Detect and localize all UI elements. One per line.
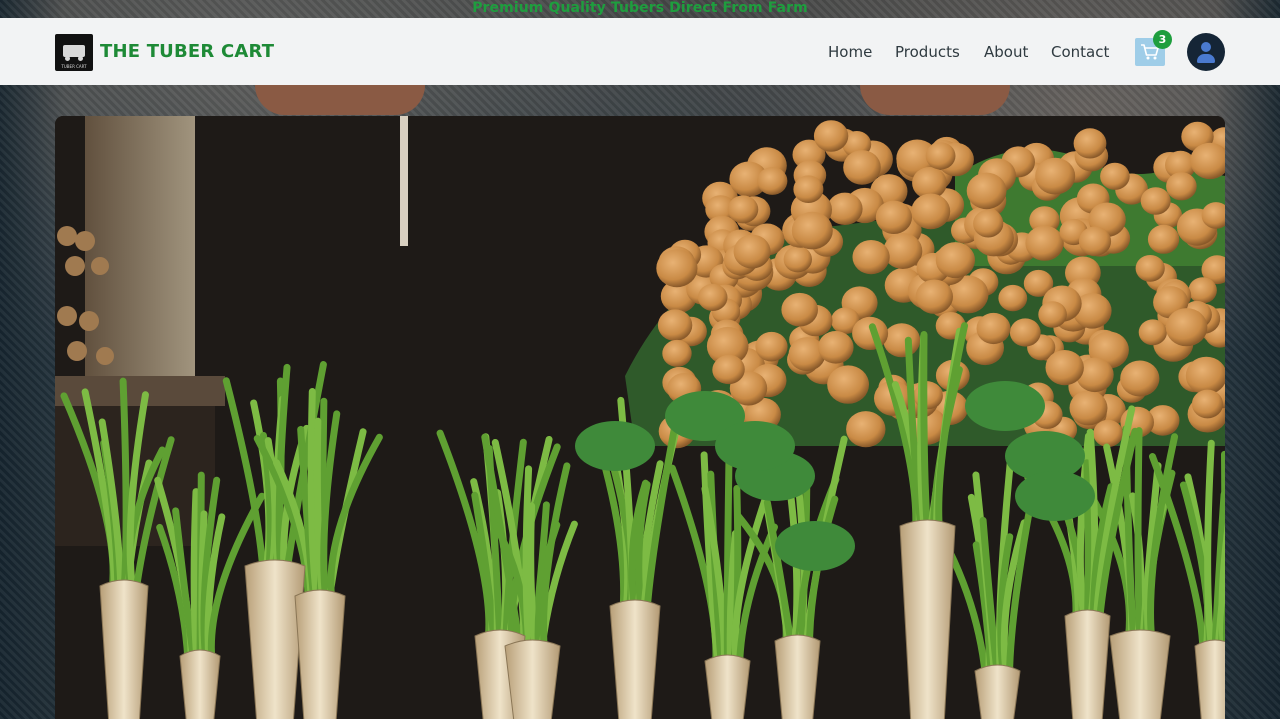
parsnip-root bbox=[609, 599, 661, 719]
potato bbox=[843, 150, 881, 185]
potato bbox=[883, 323, 921, 358]
potato bbox=[966, 172, 1007, 210]
potato bbox=[713, 354, 745, 385]
potato bbox=[1165, 308, 1208, 347]
potato bbox=[875, 200, 913, 234]
nav-products[interactable]: Products bbox=[895, 43, 960, 61]
potato bbox=[1185, 356, 1225, 395]
potato bbox=[852, 240, 890, 275]
potato bbox=[1035, 157, 1076, 195]
parsnip-root bbox=[294, 589, 346, 719]
parsnip-root bbox=[504, 639, 561, 719]
potato bbox=[813, 120, 849, 152]
potato bbox=[1120, 360, 1160, 397]
potato bbox=[1166, 172, 1197, 201]
potato bbox=[1138, 319, 1167, 346]
potato bbox=[1100, 162, 1130, 190]
navbar: TUBER CART THE TUBER CART Home Products … bbox=[0, 18, 1280, 85]
potato bbox=[818, 331, 854, 364]
potato bbox=[925, 142, 956, 170]
potato bbox=[852, 316, 889, 350]
announcement-banner: Premium Quality Tubers Direct From Farm bbox=[472, 0, 808, 16]
leaf-cluster bbox=[775, 521, 855, 571]
parsnip-root bbox=[179, 649, 221, 719]
parsnip-root bbox=[1109, 629, 1171, 719]
background-hand-right bbox=[860, 85, 1010, 115]
brand-logo[interactable]: TUBER CART bbox=[55, 34, 93, 71]
parsnip-stem bbox=[1134, 427, 1144, 645]
leaf-cluster bbox=[1015, 471, 1095, 521]
leaf-cluster bbox=[575, 421, 655, 471]
potato bbox=[1009, 318, 1041, 347]
potato bbox=[846, 411, 886, 448]
parsnip-root bbox=[974, 664, 1021, 719]
potato bbox=[757, 167, 788, 195]
logo-caption: TUBER CART bbox=[61, 64, 87, 69]
potato bbox=[783, 246, 812, 273]
potato bbox=[935, 242, 976, 279]
parsnip-root bbox=[704, 654, 751, 719]
hero-image bbox=[55, 116, 1225, 719]
potato bbox=[657, 309, 693, 341]
potato bbox=[1147, 224, 1180, 254]
potato bbox=[998, 284, 1028, 312]
potato bbox=[697, 283, 728, 311]
potato bbox=[1188, 277, 1217, 304]
potato bbox=[727, 195, 759, 224]
potato bbox=[915, 279, 953, 314]
potato bbox=[1045, 350, 1084, 386]
parsnip-stem bbox=[190, 488, 201, 665]
potato bbox=[1093, 419, 1123, 447]
potato bbox=[976, 312, 1011, 345]
parsnip-root bbox=[99, 579, 149, 719]
nav-contact[interactable]: Contact bbox=[1051, 43, 1109, 61]
potato bbox=[733, 234, 771, 269]
brand-name[interactable]: THE TUBER CART bbox=[100, 41, 274, 62]
potato bbox=[1078, 226, 1112, 257]
potato bbox=[656, 249, 698, 288]
potato bbox=[827, 192, 863, 225]
potato bbox=[1025, 225, 1064, 261]
parsnip-stem bbox=[920, 331, 931, 535]
potato bbox=[1073, 128, 1107, 159]
tubers-photo bbox=[55, 116, 1225, 719]
potato bbox=[662, 339, 692, 367]
potato bbox=[911, 193, 951, 230]
potato bbox=[1069, 390, 1108, 426]
potato bbox=[1135, 255, 1165, 282]
potato bbox=[791, 211, 833, 250]
leaf-cluster bbox=[715, 421, 795, 471]
potato bbox=[755, 331, 788, 362]
leaf-cluster bbox=[965, 381, 1045, 431]
potato bbox=[793, 175, 824, 203]
nav-about[interactable]: About bbox=[984, 43, 1028, 61]
user-avatar-icon bbox=[1201, 42, 1211, 52]
potato bbox=[883, 233, 923, 269]
background-hand-left bbox=[255, 85, 425, 115]
parsnip-root bbox=[774, 634, 821, 719]
potato bbox=[1191, 389, 1224, 419]
potato bbox=[781, 292, 818, 327]
nav-home[interactable]: Home bbox=[828, 43, 872, 61]
potato bbox=[1038, 301, 1067, 328]
potato bbox=[827, 365, 869, 404]
potato bbox=[973, 209, 1004, 238]
parsnip-root bbox=[1064, 609, 1111, 719]
cart-count-badge: 3 bbox=[1153, 30, 1172, 49]
user-avatar-button[interactable] bbox=[1187, 33, 1225, 71]
potato bbox=[1140, 187, 1171, 215]
